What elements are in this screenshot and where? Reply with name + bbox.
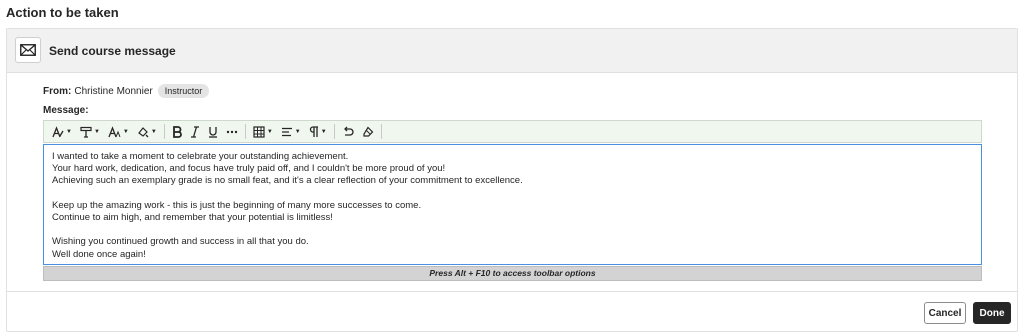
- editor-line: Well done once again!: [52, 248, 146, 260]
- toolbar-divider: [163, 124, 165, 139]
- editor-line: Wishing you continued growth and success…: [52, 236, 309, 248]
- font-size-icon[interactable]: ▼: [104, 122, 133, 141]
- done-button[interactable]: Done: [973, 302, 1011, 324]
- text-color-icon[interactable]: ▼: [133, 122, 161, 141]
- clear-format-icon[interactable]: [358, 122, 378, 141]
- align-icon[interactable]: ▼: [277, 122, 305, 141]
- role-badge: Instructor: [157, 84, 210, 98]
- undo-icon[interactable]: [338, 122, 358, 141]
- envelope-icon: [15, 37, 41, 63]
- editor-line: Keep up the amazing work - this is just …: [52, 199, 422, 211]
- message-label: Message:: [43, 105, 89, 116]
- editor-line: Your hard work, dedication, and focus ha…: [52, 163, 446, 175]
- editor-line: I wanted to take a moment to celebrate y…: [52, 151, 349, 162]
- from-label: From:: [43, 85, 72, 97]
- text-style-icon[interactable]: ▼: [48, 122, 76, 141]
- from-row: From: Christine Monnier Instructor: [43, 82, 210, 100]
- editor-line: Achieving such an exemplary grade is no …: [52, 175, 523, 187]
- editor-line: Continue to aim high, and remember that …: [52, 212, 333, 223]
- footer-divider: [7, 291, 1017, 292]
- editor-toolbar: ▼ ▼ ▼ ▼ ▼ ▼ ▼: [43, 120, 982, 143]
- page-title: Action to be taken: [6, 5, 119, 20]
- panel-header: Send course message: [7, 29, 1017, 73]
- toolbar-divider: [244, 124, 246, 139]
- send-message-panel: Send course message From: Christine Monn…: [6, 28, 1018, 332]
- toolbar-divider: [380, 124, 382, 139]
- toolbar-divider: [333, 124, 335, 139]
- sender-name: Christine Monnier: [74, 85, 153, 97]
- italic-icon[interactable]: [186, 122, 204, 141]
- toolbar-hint: Press Alt + F10 to access toolbar option…: [43, 266, 982, 281]
- more-icon[interactable]: [222, 122, 242, 141]
- panel-title: Send course message: [49, 44, 176, 58]
- paragraph-icon[interactable]: ▼: [305, 122, 331, 141]
- message-editor[interactable]: I wanted to take a moment to celebrate y…: [43, 144, 982, 265]
- paragraph-format-icon[interactable]: ▼: [76, 122, 104, 141]
- cancel-button[interactable]: Cancel: [924, 302, 966, 324]
- table-icon[interactable]: ▼: [249, 122, 277, 141]
- underline-icon[interactable]: [204, 122, 222, 141]
- bold-icon[interactable]: [168, 122, 186, 141]
